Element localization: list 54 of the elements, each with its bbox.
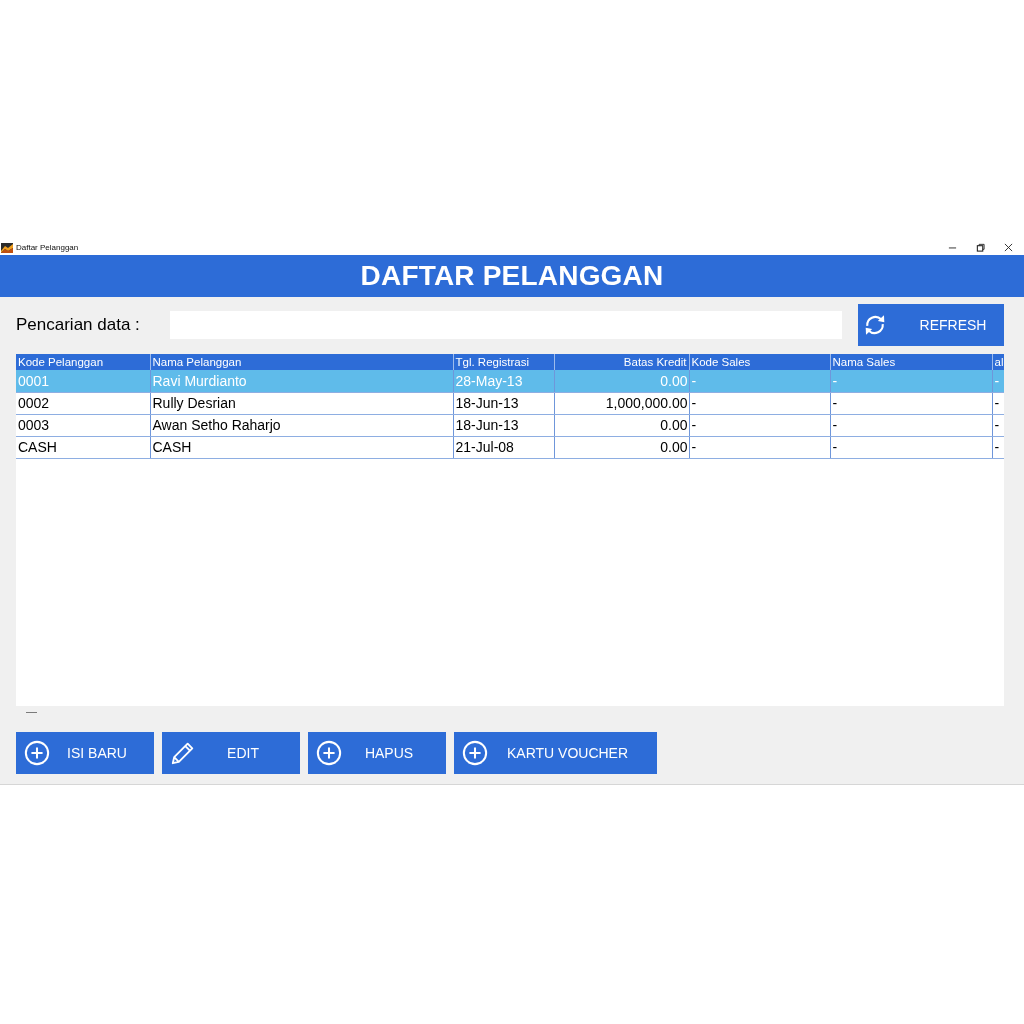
table-cell: Rully Desrian [150,392,453,414]
search-label: Pencarian data : [16,315,141,335]
refresh-button[interactable]: REFRESH [858,304,1004,346]
table-cell: 0001 [16,370,150,392]
plus-circle-icon [462,740,488,766]
table-cell: - [689,414,830,436]
window-title: Daftar Pelanggan [16,242,79,253]
table-cell: - [830,370,992,392]
table-cell: - [992,370,1004,392]
table-cell: - [830,392,992,414]
table-cell: - [689,436,830,458]
table-row[interactable]: 0002 Rully Desrian 18-Jun-13 1,000,000.00 - - - [16,392,1004,414]
column-header[interactable]: Batas Kredit [554,354,689,370]
table-cell: - [992,414,1004,436]
plus-circle-icon [24,740,50,766]
table-row[interactable]: CASH CASH 21-Jul-08 0.00 - - - [16,436,1004,458]
column-header[interactable]: Nama Pelanggan [150,354,453,370]
table-cell: 0.00 [554,370,689,392]
table-cell: 18-Jun-13 [453,392,554,414]
table-cell: 0.00 [554,436,689,458]
table-cell: 28-May-13 [453,370,554,392]
plus-circle-icon [316,740,342,766]
action-button[interactable]: ISI BARU [16,732,154,774]
table-cell: 0.00 [554,414,689,436]
close-icon[interactable] [1004,243,1013,252]
action-button[interactable]: KARTU VOUCHER [454,732,657,774]
page-title: DAFTAR PELANGGAN [360,259,664,293]
table-cell: - [992,392,1004,414]
column-header[interactable]: Kode Sales [689,354,830,370]
table-cell: 21-Jul-08 [453,436,554,458]
table-cell: Awan Setho Raharjo [150,414,453,436]
restore-icon[interactable] [976,243,985,252]
table-cell: 0002 [16,392,150,414]
table-row[interactable]: 0003 Awan Setho Raharjo 18-Jun-13 0.00 - - - [16,414,1004,436]
status-label: — [26,706,37,716]
table-cell: - [689,370,830,392]
table-cell: CASH [150,436,453,458]
action-button[interactable]: HAPUS [308,732,446,774]
table-cell: - [830,436,992,458]
logo-icon [1,242,13,253]
column-header[interactable]: al [992,354,1004,370]
table-cell: 18-Jun-13 [453,414,554,436]
column-header[interactable]: Kode Pelanggan [16,354,150,370]
action-button[interactable]: EDIT [162,732,300,774]
table-cell: Ravi Murdianto [150,370,453,392]
table-cell: CASH [16,436,150,458]
pencil-icon [170,740,196,766]
column-header[interactable]: Tgl. Registrasi [453,354,554,370]
column-header[interactable]: Nama Sales [830,354,992,370]
table-cell: - [992,436,1004,458]
table-cell: 0003 [16,414,150,436]
table-cell: - [689,392,830,414]
table-cell: - [830,414,992,436]
table-cell: 1,000,000.00 [554,392,689,414]
